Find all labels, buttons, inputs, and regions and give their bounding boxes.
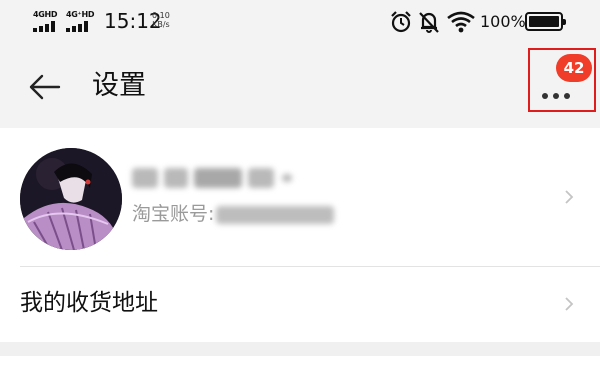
signal-bars-icon	[33, 21, 57, 32]
profile-row[interactable]: 淘宝账号:	[0, 128, 600, 266]
network-label-1: 4GHD	[33, 10, 58, 19]
signal-1: 4GHD	[33, 10, 61, 32]
settings-card: 淘宝账号: 我的收货地址	[0, 128, 600, 342]
account-label: 淘宝账号:	[132, 203, 215, 225]
chevron-right-icon	[565, 190, 574, 204]
battery-fill	[529, 16, 559, 27]
section-gap	[0, 342, 600, 356]
bell-muted-icon	[419, 12, 439, 33]
battery-icon	[525, 12, 566, 31]
alarm-icon	[391, 11, 411, 33]
network-label-2: 4G⁺HD	[66, 10, 95, 19]
more-dots-icon[interactable]	[542, 84, 575, 103]
more-button[interactable]: 42	[528, 48, 596, 112]
network-speed: 0.10 KB/s	[152, 11, 170, 29]
notification-badge: 42	[556, 54, 592, 82]
nickname-blurred	[132, 164, 302, 192]
settings-header: 设置 42	[0, 44, 600, 128]
speed-unit: KB/s	[152, 20, 170, 29]
status-bar: 4GHD 4G⁺HD 15:12 0.10 KB/s 100%	[0, 0, 600, 44]
speed-value: 0.10	[152, 11, 170, 20]
chevron-right-icon	[565, 297, 574, 311]
wifi-icon	[447, 11, 475, 33]
account-value-blurred	[216, 205, 335, 224]
next-section	[0, 356, 600, 374]
address-label: 我的收货地址	[20, 290, 158, 316]
battery-percentage: 100%	[480, 12, 526, 31]
account-line: 淘宝账号:	[132, 199, 335, 229]
signal-2: 4G⁺HD	[66, 10, 98, 32]
avatar	[20, 148, 122, 250]
page-title: 设置	[92, 70, 146, 101]
avatar-image	[20, 148, 122, 250]
arrow-left-icon[interactable]	[28, 72, 62, 102]
signal-bars-icon	[66, 21, 90, 32]
address-row[interactable]: 我的收货地址	[0, 267, 600, 342]
